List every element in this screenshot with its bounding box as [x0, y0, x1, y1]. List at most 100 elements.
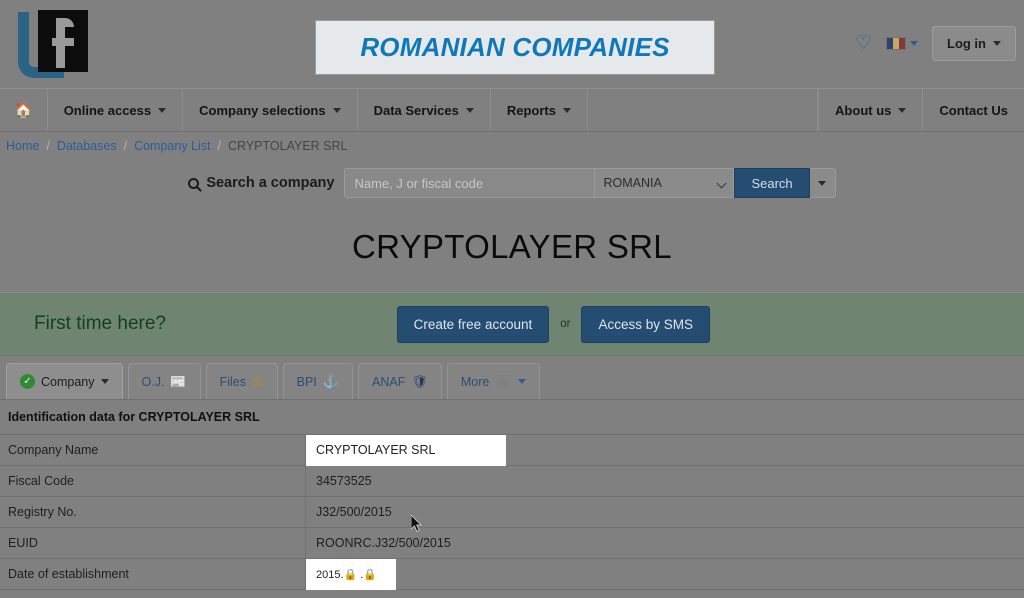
- row-label: Company Name: [0, 435, 306, 465]
- promo-or-text: or: [560, 318, 571, 330]
- shield-icon: 🛡: [411, 374, 428, 389]
- breadcrumb-current: CRYPTOLAYER SRL: [228, 139, 348, 153]
- romania-flag-icon: [886, 37, 906, 50]
- table-row: EUID ROONRC.J32/500/2015: [0, 528, 1024, 559]
- identification-table: Company Name CRYPTOLAYER SRL Fiscal Code…: [0, 434, 1024, 590]
- chevron-down-icon: [562, 107, 571, 113]
- language-selector[interactable]: [886, 37, 918, 50]
- breadcrumb-item-company-list[interactable]: Company List: [134, 139, 210, 153]
- nav-item-online-access[interactable]: Online access: [48, 89, 184, 131]
- table-row: Fiscal Code 34573525: [0, 466, 1024, 497]
- country-select[interactable]: ROMANIA: [594, 168, 735, 198]
- country-select-wrap: ROMANIA: [594, 168, 735, 198]
- check-circle-icon: ✓: [20, 374, 35, 389]
- breadcrumb: Home / Databases / Company List / CRYPTO…: [0, 132, 1024, 160]
- main-navigation: 🏠 Online access Company selections Data …: [0, 88, 1024, 132]
- search-input[interactable]: [344, 168, 595, 198]
- search-icon: [188, 177, 200, 189]
- tab-label: BPI: [296, 374, 317, 389]
- tab-label: Company: [41, 374, 95, 389]
- table-row: Registry No. J32/500/2015: [0, 497, 1024, 528]
- tab-bar: ✓ Company O.J. 📰 Files ⚖ BPI ⚓ ANAF 🛡 Mo…: [0, 356, 1024, 400]
- logo-f-crossbar: [52, 38, 74, 46]
- nav-label: Contact Us: [939, 102, 1008, 118]
- row-value-euid: ROONRC.J32/500/2015: [316, 536, 451, 550]
- nav-item-about-us[interactable]: About us: [818, 89, 922, 131]
- breadcrumb-separator: /: [123, 139, 128, 153]
- tab-oj[interactable]: O.J. 📰: [127, 363, 201, 399]
- tab-files[interactable]: Files ⚖: [205, 363, 278, 399]
- search-bar: Search a company ROMANIA Search: [0, 160, 1024, 206]
- heart-icon[interactable]: ♡: [855, 34, 872, 53]
- newspaper-icon: 📰: [170, 374, 187, 389]
- promo-banner: First time here? Create free account or …: [0, 292, 1024, 356]
- chevron-down-icon: [158, 107, 167, 113]
- nav-right-group: About us Contact Us: [818, 89, 1024, 131]
- nav-label: About us: [835, 102, 892, 118]
- nav-item-company-selections[interactable]: Company selections: [183, 89, 358, 131]
- nav-item-reports[interactable]: Reports: [491, 89, 588, 131]
- tab-label: ANAF: [372, 374, 406, 389]
- chevron-down-icon: [993, 41, 1001, 46]
- breadcrumb-separator: /: [46, 139, 50, 153]
- search-options-button[interactable]: [809, 168, 836, 198]
- nav-label: Company selections: [199, 102, 326, 118]
- tab-anaf[interactable]: ANAF 🛡: [358, 363, 442, 399]
- row-value-company-name[interactable]: CRYPTOLAYER SRL: [306, 434, 506, 466]
- tab-company[interactable]: ✓ Company: [6, 363, 123, 399]
- nav-item-contact-us[interactable]: Contact Us: [922, 89, 1024, 131]
- breadcrumb-item-databases[interactable]: Databases: [57, 139, 117, 153]
- breadcrumb-item-home[interactable]: Home: [6, 139, 39, 153]
- nav-item-data-services[interactable]: Data Services: [358, 89, 491, 131]
- chevron-down-icon: [332, 107, 341, 113]
- search-label: Search a company: [188, 175, 334, 191]
- nav-spacer: [588, 89, 819, 131]
- site-header: ROMANIAN COMPANIES ♡ Log in: [0, 0, 1024, 88]
- tab-label: O.J.: [141, 374, 165, 389]
- section-title: Identification data for CRYPTOLAYER SRL: [0, 400, 1024, 435]
- chevron-down-icon: [465, 107, 474, 113]
- row-label: Registry No.: [0, 497, 306, 527]
- row-value-registry-no: J32/500/2015: [316, 505, 392, 519]
- row-label: EUID: [0, 528, 306, 558]
- banner-title: ROMANIAN COMPANIES: [360, 32, 670, 62]
- promo-actions: Create free account or Access by SMS: [396, 305, 710, 343]
- nav-label: Data Services: [373, 102, 459, 118]
- page-root: ROMANIAN COMPANIES ♡ Log in 🏠 Online acc…: [0, 0, 1024, 598]
- site-banner: ROMANIAN COMPANIES: [315, 20, 715, 75]
- row-value-date-of-establishment[interactable]: 2015.🔒 .🔒: [306, 558, 396, 590]
- promo-text: First time here?: [34, 313, 166, 334]
- table-row: Company Name CRYPTOLAYER SRL: [0, 434, 1024, 466]
- nav-label: Reports: [506, 102, 556, 118]
- header-actions: ♡ Log in: [855, 26, 1016, 61]
- chevron-down-icon: [910, 41, 918, 46]
- login-button[interactable]: Log in: [932, 26, 1016, 61]
- nav-label: Online access: [63, 102, 152, 118]
- tab-label: More: [460, 374, 490, 389]
- login-button-label: Log in: [947, 36, 986, 51]
- logo-f-letter: [46, 18, 74, 68]
- breadcrumb-separator: /: [217, 139, 221, 153]
- scales-icon: ⚖: [252, 374, 264, 389]
- image-icon: 🖼: [495, 374, 512, 389]
- row-label: Date of establishment: [0, 559, 306, 589]
- nav-item-home[interactable]: 🏠: [0, 89, 48, 131]
- row-label: Fiscal Code: [0, 466, 306, 496]
- site-logo[interactable]: [10, 8, 88, 80]
- search-button[interactable]: Search: [734, 168, 810, 198]
- table-row: Date of establishment 2015.🔒 .🔒: [0, 558, 1024, 590]
- access-by-sms-button[interactable]: Access by SMS: [581, 305, 710, 343]
- row-value-fiscal-code: 34573525: [316, 474, 372, 488]
- page-title: CRYPTOLAYER SRL: [352, 228, 672, 265]
- tab-more[interactable]: More 🖼: [446, 363, 540, 399]
- chevron-down-icon: [517, 379, 526, 384]
- anchor-icon: ⚓: [322, 374, 340, 389]
- home-icon: 🏠: [14, 102, 33, 119]
- tab-bpi[interactable]: BPI ⚓: [282, 363, 354, 399]
- search-label-text: Search a company: [206, 175, 335, 191]
- tab-label: Files: [219, 374, 247, 389]
- create-free-account-button[interactable]: Create free account: [396, 305, 550, 343]
- chevron-down-icon: [818, 180, 827, 186]
- chevron-down-icon: [100, 379, 109, 384]
- chevron-down-icon: [898, 107, 907, 113]
